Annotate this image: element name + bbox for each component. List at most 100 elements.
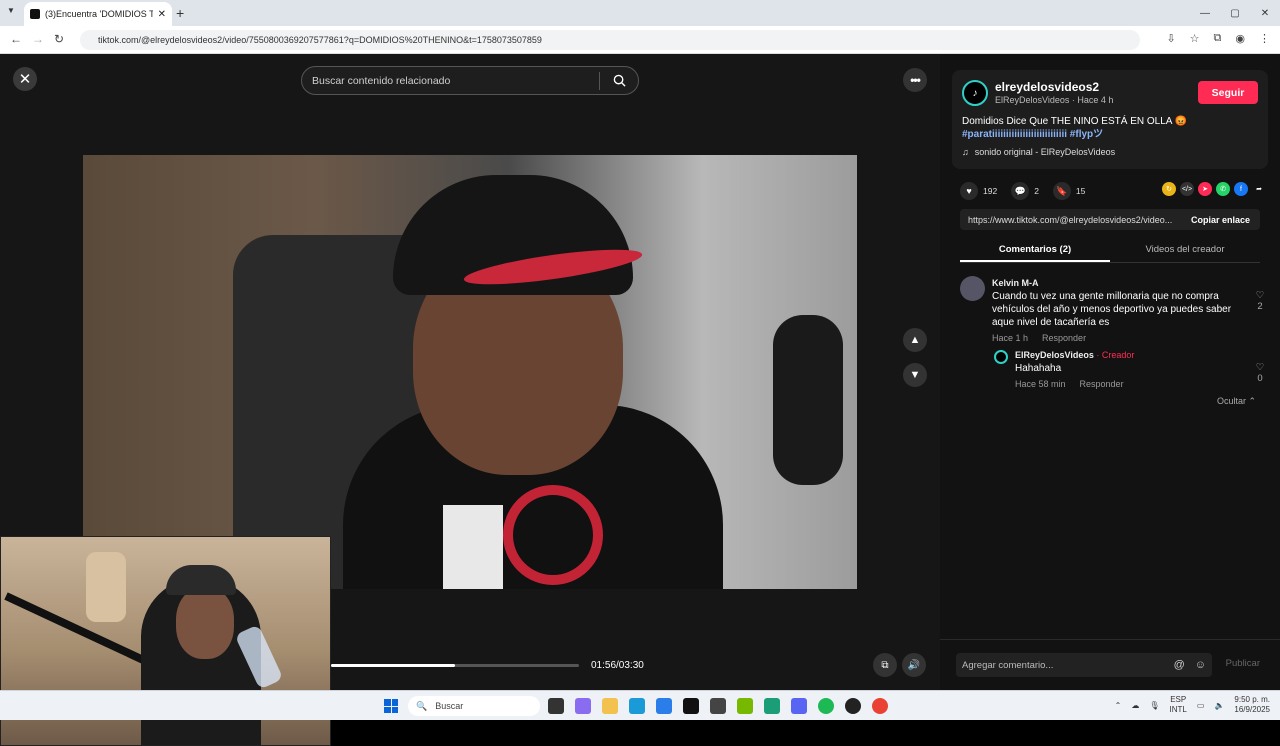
clock[interactable]: 9:50 p. m. 16/9/2025 [1234,695,1270,715]
embed-icon[interactable]: </> [1180,182,1194,196]
post-sound[interactable]: ♫ sonido original - ElReyDelosVideos [962,147,1115,157]
nvidia-icon[interactable] [737,698,753,714]
reply-like-count: 0 [1257,373,1263,384]
copy-link-button[interactable]: Copiar enlace [1181,215,1260,225]
copilot-icon[interactable] [575,698,591,714]
bookmark-star-icon[interactable]: ☆ [1190,32,1200,45]
close-window-button[interactable]: ✕ [1250,0,1280,26]
discord-icon[interactable] [791,698,807,714]
creator-badge: · Creador [1093,350,1135,360]
comment-reply-button[interactable]: Responder [1042,333,1086,343]
related-search-input[interactable] [312,74,599,87]
author-meta: ElReyDelosVideos · Hace 4 h [995,95,1114,105]
floating-player-button[interactable]: ⧉ [873,653,897,677]
xbox-icon[interactable] [764,698,780,714]
tray-chevron-icon[interactable]: ⌃ [1115,701,1122,710]
install-app-icon[interactable]: ⇩ [1166,32,1175,45]
comment-text: Cuando tu vez una gente millonaria que n… [992,291,1232,328]
author-avatar[interactable]: ♪ [962,80,988,106]
minimize-button[interactable]: — [1190,0,1220,26]
comment-like[interactable]: ♡ 2 [1250,290,1270,312]
more-options-button[interactable]: ••• [903,68,927,92]
search-icon[interactable] [608,74,630,87]
close-viewer-button[interactable]: ✕ [13,67,37,91]
video-scene-shirt-logo [503,485,603,585]
volume-icon[interactable]: 🔊 [902,653,926,677]
send-icon[interactable]: ➤ [1198,182,1212,196]
lang-top: ESP [1170,695,1187,704]
heart-icon: ♥ [960,182,978,200]
obs-icon[interactable] [845,698,861,714]
facebook-icon[interactable]: f [1234,182,1248,196]
commenter-avatar[interactable] [960,276,985,301]
chrome-icon[interactable] [872,698,888,714]
post-caption: Domidios Dice Que THE NINO ESTÁ EN OLLA … [962,115,1252,141]
extensions-icon[interactable]: ⧉ [1214,32,1222,45]
address-bar-icons: ⇩ ☆ ⧉ ◉ ⋮ [1166,32,1270,45]
comment-action[interactable]: 💬 2 [1011,182,1039,200]
terminal-icon[interactable] [683,698,699,714]
edge-icon[interactable] [629,698,645,714]
save-action[interactable]: 🔖 15 [1052,182,1085,200]
post-info-card: ♪ elreydelosvideos2 ElReyDelosVideos · H… [952,70,1268,169]
tab-title: (3)Encuentra 'DOMIDIOS THE NINO' [45,9,153,19]
windows-taskbar: 🔍 Buscar ⌃ ☁ 🎙 ESP INTL ▭ 🔈 9:50 p. m. 1… [0,690,1280,720]
reply-like[interactable]: ♡ 0 [1250,362,1270,384]
back-arrow-icon[interactable]: ← [10,32,22,46]
mention-icon[interactable]: @ [1174,659,1185,671]
previous-video-button[interactable]: ▲ [903,328,927,352]
tab-close-icon[interactable]: ✕ [158,9,166,20]
tab-list-icon[interactable]: ▼ [7,6,15,15]
caption-hashtags[interactable]: #paratiiiiiiiiiiiiiiiiiiiiiiiiiii #flypツ [962,128,1252,141]
share-link-box: https://www.tiktok.com/@elreydelosvideos… [960,209,1260,230]
new-tab-button[interactable]: + [176,5,184,21]
tab-comments[interactable]: Comentarios (2) [960,239,1110,262]
chevron-up-icon: ⌃ [1248,396,1257,406]
publish-button[interactable]: Publicar [1226,658,1260,669]
comment-input[interactable] [962,659,1174,671]
tab-creator-videos[interactable]: Videos del creador [1110,239,1260,262]
file-explorer-icon[interactable] [602,698,618,714]
like-action[interactable]: ♥ 192 [960,182,997,200]
comment-like-count: 2 [1257,301,1263,312]
hide-replies-button[interactable]: Ocultar ⌃ [1217,396,1256,407]
follow-button[interactable]: Seguir [1198,81,1258,104]
share-arrow-icon[interactable]: ➦ [1252,182,1266,196]
store-icon[interactable] [656,698,672,714]
app-icon[interactable] [710,698,726,714]
repost-icon[interactable]: ↻ [1162,182,1176,196]
taskbar-search[interactable]: 🔍 Buscar [408,696,540,716]
reply-item: ElReyDelosVideos · Creador Hahahaha Hace… [960,350,1270,394]
reply-author[interactable]: ElReyDelosVideos [1015,350,1094,360]
video-player[interactable] [83,155,857,589]
speaker-icon[interactable]: 🔈 [1214,701,1224,710]
language-indicator[interactable]: ESP INTL [1170,695,1187,715]
display-icon[interactable]: ▭ [1197,701,1205,710]
emoji-icon[interactable]: ☺ [1195,659,1206,671]
forward-arrow-icon[interactable]: → [32,32,44,46]
next-video-button[interactable]: ▼ [903,363,927,387]
comment-count: 2 [1034,186,1039,196]
comment-author[interactable]: Kelvin M-A [992,278,1039,288]
windows-start-icon[interactable] [384,699,398,713]
share-link-url[interactable]: https://www.tiktok.com/@elreydelosvideos… [960,215,1181,225]
reply-avatar[interactable] [994,350,1008,364]
maximize-button[interactable]: ▢ [1220,0,1250,26]
browser-menu-icon[interactable]: ⋮ [1259,32,1270,45]
url-text: tiktok.com/@elreydelosvideos2/video/7550… [98,35,542,45]
reload-icon[interactable]: ↻ [54,32,64,46]
whatsapp-icon[interactable]: ✆ [1216,182,1230,196]
url-field[interactable]: tiktok.com/@elreydelosvideos2/video/7550… [80,30,1140,50]
spotify-icon[interactable] [818,698,834,714]
browser-tab[interactable]: (3)Encuentra 'DOMIDIOS THE NINO' ✕ [24,2,172,26]
mic-icon[interactable]: 🎙 [1149,701,1159,710]
video-progress-bar[interactable] [331,664,579,667]
profile-icon[interactable]: ◉ [1235,32,1245,45]
author-handle[interactable]: elreydelosvideos2 [995,80,1099,94]
task-view-icon[interactable] [548,698,564,714]
onedrive-icon[interactable]: ☁ [1131,701,1139,710]
webcam-mic-arm [4,592,153,668]
system-tray: ⌃ ☁ 🎙 ESP INTL ▭ 🔈 9:50 p. m. 16/9/2025 [1115,695,1270,715]
taskbar-search-label: Buscar [435,701,464,711]
reply-reply-button[interactable]: Responder [1080,379,1124,389]
